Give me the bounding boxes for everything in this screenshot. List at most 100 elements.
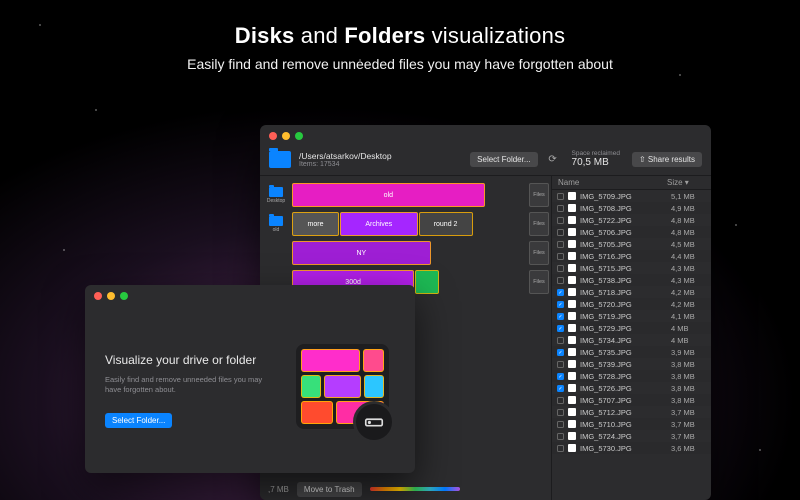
minimize-icon[interactable] xyxy=(282,132,290,140)
file-row[interactable]: IMG_5722.JPG4,8 MB xyxy=(552,214,711,226)
files-cell[interactable]: Files xyxy=(529,183,549,207)
file-name: IMG_5724.JPG xyxy=(580,432,667,441)
viz-row: oldmoreArchivesround 2 Files xyxy=(262,212,549,236)
files-cell[interactable]: Files xyxy=(529,241,549,265)
checkbox[interactable] xyxy=(557,409,564,416)
file-row[interactable]: IMG_5720.JPG4,2 MB xyxy=(552,298,711,310)
checkbox[interactable] xyxy=(557,265,564,272)
move-to-trash-button[interactable]: Move to Trash xyxy=(297,482,362,497)
onboarding-window: Visualize your drive or folder Easily fi… xyxy=(85,285,415,473)
color-scale-icon xyxy=(370,487,460,491)
checkbox[interactable] xyxy=(557,253,564,260)
file-row[interactable]: IMG_5724.JPG 3,7 MB xyxy=(552,430,711,442)
file-icon xyxy=(568,216,576,224)
file-row[interactable]: IMG_5719.JPG 4,1 MB xyxy=(552,310,711,322)
checkbox[interactable] xyxy=(557,217,564,224)
file-name: IMG_5719.JPG xyxy=(580,312,667,321)
checkbox[interactable] xyxy=(557,205,564,212)
file-row[interactable]: IMG_5738.JPG4,3 MB xyxy=(552,274,711,286)
zoom-icon[interactable] xyxy=(120,292,128,300)
file-row[interactable]: IMG_5708.JPG4,9 MB xyxy=(552,202,711,214)
zoom-icon[interactable] xyxy=(295,132,303,140)
file-size: 4,3 MB xyxy=(671,276,706,285)
disk-icon xyxy=(353,401,395,443)
hero: Disks and Folders visualizations Easily … xyxy=(0,0,800,72)
share-results-button[interactable]: ⇧ Share results xyxy=(632,152,702,167)
file-row[interactable]: IMG_5715.JPG 4,3 MB xyxy=(552,262,711,274)
file-name: IMG_5715.JPG xyxy=(580,264,667,273)
checkbox[interactable] xyxy=(557,445,564,452)
file-list: Name Size ▾ IMG_5709.JPG5,1 MBIMG_5708.J… xyxy=(551,176,711,500)
file-icon xyxy=(568,420,576,428)
size-segment[interactable]: round 2 xyxy=(419,212,473,236)
checkbox[interactable] xyxy=(557,421,564,428)
file-row[interactable]: IMG_5734.JPG4 MB xyxy=(552,334,711,346)
file-icon xyxy=(568,252,576,260)
checkbox[interactable] xyxy=(557,433,564,440)
checkbox[interactable] xyxy=(557,289,564,296)
file-icon xyxy=(568,408,576,416)
minimize-icon[interactable] xyxy=(107,292,115,300)
size-segment[interactable]: more xyxy=(292,212,339,236)
size-segment[interactable] xyxy=(415,270,439,294)
file-size: 3,7 MB xyxy=(671,432,706,441)
file-icon xyxy=(568,264,576,272)
row-label[interactable]: Desktop xyxy=(262,183,290,207)
files-cell[interactable]: Files xyxy=(529,212,549,236)
file-row[interactable]: IMG_5729.JPG4 MB xyxy=(552,322,711,334)
refresh-icon[interactable]: ⟳ xyxy=(546,152,560,166)
checkbox[interactable] xyxy=(557,373,564,380)
file-size: 4,1 MB xyxy=(671,312,706,321)
select-folder-button[interactable]: Select Folder... xyxy=(105,413,172,428)
file-row[interactable]: IMG_5739.JPG3,8 MB xyxy=(552,358,711,370)
file-name: IMG_5730.JPG xyxy=(580,444,667,453)
column-size[interactable]: Size ▾ xyxy=(667,178,705,187)
file-icon xyxy=(568,276,576,284)
file-name: IMG_5707.JPG xyxy=(580,396,667,405)
file-icon xyxy=(568,204,576,212)
file-row[interactable]: IMG_5728.JPG3,8 MB xyxy=(552,370,711,382)
file-row[interactable]: IMG_5716.JPG4,4 MB xyxy=(552,250,711,262)
column-name[interactable]: Name xyxy=(558,178,667,187)
file-row[interactable]: IMG_5706.JPG4,8 MB xyxy=(552,226,711,238)
checkbox[interactable] xyxy=(557,277,564,284)
checkbox[interactable] xyxy=(557,193,564,200)
file-icon xyxy=(568,444,576,452)
file-size: 5,1 MB xyxy=(671,192,706,201)
file-row[interactable]: IMG_5726.JPG3,8 MB xyxy=(552,382,711,394)
select-folder-button[interactable]: Select Folder... xyxy=(470,152,537,167)
checkbox[interactable] xyxy=(557,301,564,308)
size-segment[interactable]: old xyxy=(292,183,485,207)
selection-size: ,7 MB xyxy=(268,485,289,494)
file-size: 4 MB xyxy=(671,324,706,333)
file-row[interactable]: IMG_5712.JPG3,7 MB xyxy=(552,406,711,418)
file-size: 4,3 MB xyxy=(671,264,706,273)
checkbox[interactable] xyxy=(557,349,564,356)
checkbox[interactable] xyxy=(557,325,564,332)
checkbox[interactable] xyxy=(557,229,564,236)
file-size: 4,4 MB xyxy=(671,252,706,261)
checkbox[interactable] xyxy=(557,313,564,320)
file-row[interactable]: IMG_5707.JPG3,8 MB xyxy=(552,394,711,406)
row-label[interactable]: old xyxy=(262,212,290,236)
close-icon[interactable] xyxy=(269,132,277,140)
row-label[interactable] xyxy=(262,241,290,265)
checkbox[interactable] xyxy=(557,337,564,344)
file-row[interactable]: IMG_5705.JPG4,5 MB xyxy=(552,238,711,250)
file-row[interactable]: IMG_5718.JPG4,2 MB xyxy=(552,286,711,298)
checkbox[interactable] xyxy=(557,361,564,368)
files-cell[interactable]: Files xyxy=(529,270,549,294)
items-count: Items: 17534 xyxy=(299,161,392,168)
close-icon[interactable] xyxy=(94,292,102,300)
checkbox[interactable] xyxy=(557,397,564,404)
file-row[interactable]: IMG_5730.JPG3,6 MB xyxy=(552,442,711,454)
viz-row: Desktopold Files xyxy=(262,183,549,207)
size-segment[interactable]: NY xyxy=(292,241,431,265)
checkbox[interactable] xyxy=(557,241,564,248)
file-row[interactable]: IMG_5710.JPG3,7 MB xyxy=(552,418,711,430)
file-size: 3,7 MB xyxy=(671,420,706,429)
size-segment[interactable]: Archives xyxy=(340,212,418,236)
file-row[interactable]: IMG_5735.JPG3,9 MB xyxy=(552,346,711,358)
file-row[interactable]: IMG_5709.JPG5,1 MB xyxy=(552,190,711,202)
checkbox[interactable] xyxy=(557,385,564,392)
